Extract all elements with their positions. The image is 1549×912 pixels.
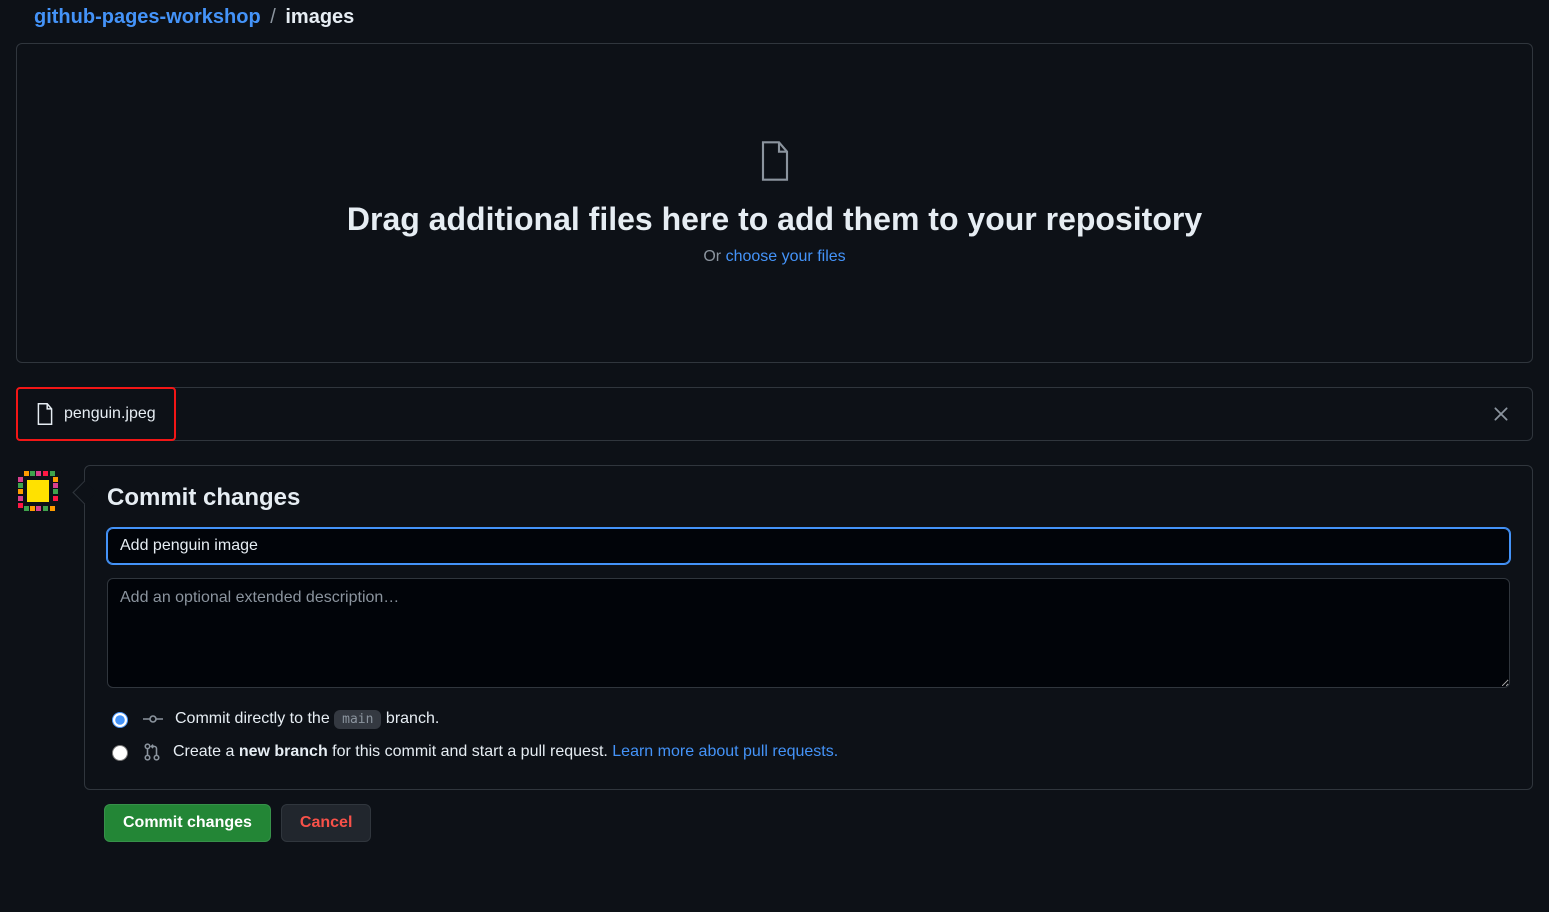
uploaded-file-name: penguin.jpeg [64, 405, 156, 423]
file-icon [36, 403, 54, 425]
commit-actions: Commit changes Cancel [16, 804, 1533, 842]
commit-heading: Commit changes [107, 484, 1510, 512]
commit-direct-label: Commit directly to the main branch. [175, 710, 439, 728]
file-icon [759, 141, 791, 181]
cancel-button[interactable]: Cancel [281, 804, 371, 842]
choose-files-link[interactable]: choose your files [726, 248, 846, 265]
commit-direct-option[interactable]: Commit directly to the main branch. [107, 709, 1510, 728]
uploaded-file-row: penguin.jpeg [16, 387, 1533, 441]
file-dropzone[interactable]: Drag additional files here to add them t… [16, 43, 1533, 363]
git-pull-request-icon [143, 743, 161, 761]
commit-changes-button[interactable]: Commit changes [104, 804, 271, 842]
commit-target-radiogroup: Commit directly to the main branch. Crea… [107, 709, 1510, 761]
breadcrumb-repo-link[interactable]: github-pages-workshop [34, 6, 261, 28]
branch-chip: main [334, 710, 381, 729]
commit-new-branch-label: Create a new branch for this commit and … [173, 743, 838, 761]
commit-summary-input[interactable] [107, 528, 1510, 564]
breadcrumb: github-pages-workshop / images [16, 0, 1533, 43]
dropzone-heading: Drag additional files here to add them t… [347, 201, 1202, 238]
commit-new-branch-radio[interactable] [112, 745, 128, 761]
commit-description-textarea[interactable] [107, 578, 1510, 688]
close-icon [1492, 405, 1510, 423]
commit-new-branch-option[interactable]: Create a new branch for this commit and … [107, 742, 1510, 761]
dropzone-subtext: Or choose your files [703, 248, 845, 266]
commit-panel: Commit changes Commit directly to the ma… [84, 465, 1533, 790]
commit-direct-radio[interactable] [112, 712, 128, 728]
user-avatar [16, 469, 60, 513]
breadcrumb-current: images [285, 6, 354, 28]
remove-file-button[interactable] [1484, 397, 1518, 431]
git-commit-icon [143, 711, 163, 727]
uploaded-file-pill: penguin.jpeg [16, 387, 176, 441]
breadcrumb-separator: / [266, 6, 280, 28]
learn-more-link[interactable]: Learn more about pull requests. [612, 743, 838, 760]
